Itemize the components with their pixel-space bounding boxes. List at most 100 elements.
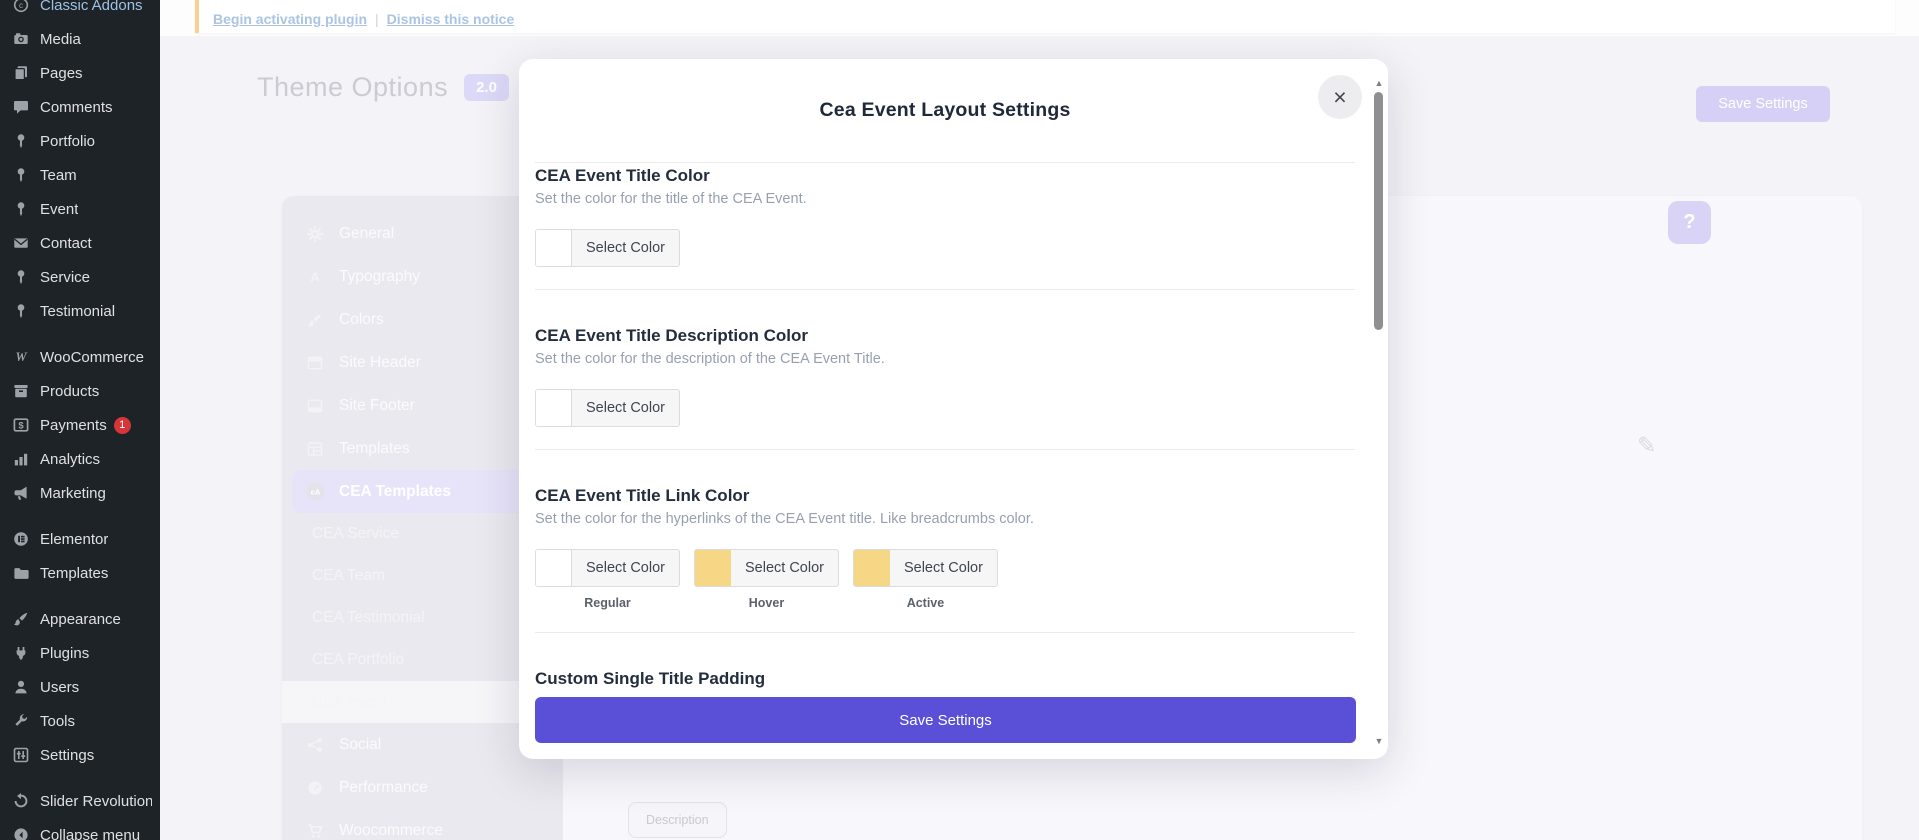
sidebar-item-slider-revolution[interactable]: Slider Revolution xyxy=(0,784,160,818)
select-color-button[interactable]: Select Color xyxy=(535,229,680,267)
modal-scrollbar[interactable]: ▲ ▼ xyxy=(1372,78,1386,746)
close-button[interactable]: × xyxy=(1318,75,1362,119)
sidebar-item-appearance[interactable]: Appearance xyxy=(0,602,160,636)
sidebar-item-label: WooCommerce xyxy=(40,349,144,366)
sidebar-item-testimonial[interactable]: Testimonial xyxy=(0,294,160,328)
panel-item-woocommerce[interactable]: Woocommerce xyxy=(282,809,563,840)
section-heading: CEA Event Title Color xyxy=(535,166,1355,186)
panel-item-label: CEA Team xyxy=(312,567,385,585)
sidebar-item-settings[interactable]: Settings xyxy=(0,738,160,772)
description-button[interactable]: Description xyxy=(628,802,727,838)
select-color-button[interactable]: Select Color xyxy=(853,549,998,587)
sidebar-item-classic-addons[interactable]: cClassic Addons xyxy=(0,0,160,22)
sidebar-item-pages[interactable]: Pages xyxy=(0,56,160,90)
wrench-icon xyxy=(11,713,31,729)
gear-icon xyxy=(304,226,326,242)
sidebar-item-comments[interactable]: Comments xyxy=(0,90,160,124)
panel-item-label: Woocommerce xyxy=(339,822,443,840)
select-color-button[interactable]: Select Color xyxy=(535,549,680,587)
modal-header: Cea Event Layout Settings xyxy=(535,59,1355,163)
sidebar-item-analytics[interactable]: Analytics xyxy=(0,442,160,476)
sidebar-item-label: Settings xyxy=(40,747,94,764)
edit-icon: ✎ xyxy=(1637,432,1656,459)
notice-separator: | xyxy=(375,11,379,27)
scroll-down-icon[interactable]: ▼ xyxy=(1372,736,1386,746)
modal-body: CEA Event Title Color Set the color for t… xyxy=(535,163,1355,716)
version-badge: 2.0 xyxy=(464,74,509,101)
section-description: Set the color for the hyperlinks of the … xyxy=(535,511,1355,529)
slider-revolution-icon xyxy=(11,793,31,809)
panel-item-label: CEA Templates xyxy=(339,483,451,501)
dollar-card-icon: $ xyxy=(11,417,31,433)
sidebar-item-marketing[interactable]: Marketing xyxy=(0,476,160,510)
sidebar-item-collapse-menu[interactable]: Collapse menu xyxy=(0,818,160,840)
paintbrush-icon xyxy=(11,611,31,627)
select-color-label: Select Color xyxy=(572,550,679,586)
megaphone-icon xyxy=(11,485,31,501)
sidebar-item-service[interactable]: Service xyxy=(0,260,160,294)
sidebar-item-templates[interactable]: Templates xyxy=(0,556,160,590)
picker-state-label: Hover xyxy=(749,596,784,610)
admin-menu: cClassic Addons Media Pages CommentsPortfol… xyxy=(0,0,160,840)
settings-section-cea-event-title-description-color: CEA Event Title Description ColorSet the… xyxy=(535,290,1355,450)
classic-addons-icon: c xyxy=(11,0,31,13)
sidebar-item-team[interactable]: Team xyxy=(0,158,160,192)
sliders-icon xyxy=(11,747,31,763)
dismiss-notice-link[interactable]: Dismiss this notice xyxy=(387,11,515,27)
select-color-button[interactable]: Select Color xyxy=(535,389,680,427)
sidebar-item-label: Media xyxy=(40,31,81,48)
color-picker: Select ColorRegular xyxy=(535,549,680,610)
sidebar-item-label: Collapse menu xyxy=(40,827,140,840)
site-header-icon xyxy=(304,355,326,371)
pin-icon xyxy=(11,303,31,319)
section-heading: CEA Event Title Description Color xyxy=(535,326,1355,346)
sidebar-item-portfolio[interactable]: Portfolio xyxy=(0,124,160,158)
sidebar-item-elementor[interactable]: Elementor xyxy=(0,522,160,556)
panel-item-performance[interactable]: Performance xyxy=(282,766,563,809)
sidebar-item-event[interactable]: Event xyxy=(0,192,160,226)
scroll-up-icon[interactable]: ▲ xyxy=(1372,78,1386,88)
sidebar-item-woocommerce[interactable]: WWooCommerce xyxy=(0,340,160,374)
color-swatch xyxy=(854,550,890,586)
page-header: Theme Options 2.0 ✎ xyxy=(257,72,546,103)
section-heading: CEA Event Title Link Color xyxy=(535,486,1355,506)
sidebar-item-contact[interactable]: Contact xyxy=(0,226,160,260)
typography-icon: A xyxy=(304,269,326,285)
color-swatch xyxy=(536,390,572,426)
settings-section-cea-event-title-link-color: CEA Event Title Link Color Set the color … xyxy=(535,450,1355,633)
sidebar-item-users[interactable]: Users xyxy=(0,670,160,704)
scrollbar-thumb[interactable] xyxy=(1374,92,1383,330)
pin-icon xyxy=(11,201,31,217)
color-picker: Select Color Hover xyxy=(694,549,839,610)
pages-icon xyxy=(11,65,31,81)
svg-text:$: $ xyxy=(18,421,24,432)
sidebar-item-media[interactable]: Media xyxy=(0,22,160,56)
page-title: Theme Options xyxy=(257,72,448,103)
sidebar-item-label: Templates xyxy=(40,565,108,582)
color-swatch xyxy=(536,550,572,586)
select-color-button[interactable]: Select Color xyxy=(694,549,839,587)
sidebar-item-label: Pages xyxy=(40,65,83,82)
save-settings-button-top[interactable]: Save Settings xyxy=(1696,86,1830,122)
cea-logo-icon: cA xyxy=(304,482,326,501)
panel-item-label: Typography xyxy=(339,268,420,286)
select-color-label: Select Color xyxy=(572,390,679,426)
sidebar-item-label: Payments xyxy=(40,417,107,434)
plug-icon xyxy=(11,645,31,661)
panel-item-label: CEA Testimonial xyxy=(312,609,425,627)
sidebar-item-label: Tools xyxy=(40,713,75,730)
sidebar-item-payments[interactable]: $Payments1 xyxy=(0,408,160,442)
help-button[interactable]: ? xyxy=(1668,201,1711,244)
admin-notice: Begin activating plugin | Dismiss this n… xyxy=(195,0,1895,33)
close-icon: × xyxy=(1333,86,1346,109)
sidebar-item-products[interactable]: Products xyxy=(0,374,160,408)
share-icon xyxy=(304,737,326,753)
sidebar-item-plugins[interactable]: Plugins xyxy=(0,636,160,670)
begin-activating-plugin-link[interactable]: Begin activating plugin xyxy=(213,11,367,27)
pin-icon xyxy=(11,133,31,149)
panel-item-label: General xyxy=(339,225,394,243)
sidebar-item-label: Analytics xyxy=(40,451,100,468)
panel-item-cea-templates[interactable]: cA CEA Templates xyxy=(292,470,553,513)
save-settings-button[interactable]: Save Settings xyxy=(535,697,1356,743)
sidebar-item-tools[interactable]: Tools xyxy=(0,704,160,738)
